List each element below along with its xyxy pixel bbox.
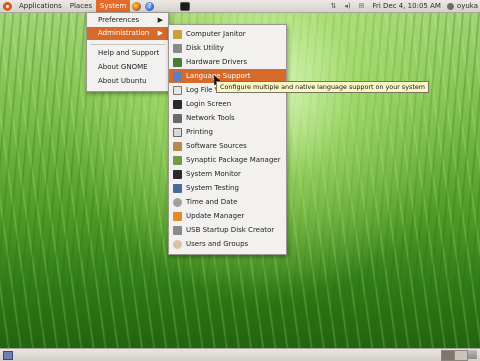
menu-item-usb-startup-disk-creator[interactable]: USB Startup Disk Creator	[169, 223, 286, 237]
menu-separator	[90, 44, 165, 45]
menu-item-network-tools[interactable]: Network Tools	[169, 111, 286, 125]
menu-item-hardware-drivers[interactable]: Hardware Drivers	[169, 55, 286, 69]
network-icon	[173, 114, 182, 123]
menu-item-help-and-support[interactable]: Help and Support	[87, 47, 168, 60]
menu-item-label: Update Manager	[186, 212, 245, 220]
menu-item-label: Time and Date	[186, 198, 238, 206]
menu-item-label: System Testing	[186, 184, 239, 192]
chevron-right-icon: ▶	[157, 16, 163, 24]
menu-item-label: Printing	[186, 128, 213, 136]
tooltip: Configure multiple and native language s…	[216, 81, 430, 93]
places-menu[interactable]: Places	[66, 0, 96, 12]
help-icon[interactable]: ?	[145, 1, 155, 11]
menu-item-system-testing[interactable]: System Testing	[169, 181, 286, 195]
bottom-panel	[0, 348, 480, 361]
menu-item-time-and-date[interactable]: Time and Date	[169, 195, 286, 209]
menu-item-label: Users and Groups	[186, 240, 249, 248]
menu-item-label: About GNOME	[98, 63, 148, 71]
show-desktop-icon[interactable]	[3, 351, 13, 360]
monitor-icon	[173, 170, 182, 179]
menu-item-label: Hardware Drivers	[186, 58, 248, 66]
language-icon	[173, 72, 182, 81]
trash-icon[interactable]	[468, 350, 477, 359]
menu-item-software-sources[interactable]: Software Sources	[169, 139, 286, 153]
menu-item-label: USB Startup Disk Creator	[186, 226, 275, 234]
ubuntu-logo-icon[interactable]	[3, 1, 12, 11]
applications-menu[interactable]: Applications	[15, 0, 66, 12]
panel-tray: ⇅ ◂) ✉ Fri Dec 4, 10:05 AM oyuka	[326, 0, 479, 12]
broom-icon	[173, 30, 182, 39]
menu-item-label: About Ubuntu	[98, 77, 147, 85]
users-icon	[173, 240, 182, 249]
network-icon[interactable]: ⇅	[329, 2, 337, 10]
menu-item-label: Synaptic Package Manager	[186, 156, 281, 164]
menu-item-administration[interactable]: Administration ▶	[87, 27, 168, 40]
usb-icon	[173, 226, 182, 235]
user-switcher[interactable]: oyuka	[446, 2, 478, 10]
chip-icon	[173, 58, 182, 67]
menu-item-label: System Monitor	[186, 170, 241, 178]
clock-icon	[173, 198, 182, 207]
top-panel: Applications Places System ? ⇅ ◂) ✉ Fri …	[0, 0, 480, 13]
package-icon	[173, 142, 182, 151]
menu-item-label: Administration	[98, 29, 150, 37]
menu-item-login-screen[interactable]: Login Screen	[169, 97, 286, 111]
menu-item-printing[interactable]: Printing	[169, 125, 286, 139]
volume-icon[interactable]: ◂)	[343, 2, 351, 10]
menu-item-system-monitor[interactable]: System Monitor	[169, 167, 286, 181]
menu-item-label: Network Tools	[186, 114, 235, 122]
disk-icon	[173, 44, 182, 53]
menu-item-label: Computer Janitor	[186, 30, 246, 38]
menu-item-disk-utility[interactable]: Disk Utility	[169, 41, 286, 55]
menu-item-label: Login Screen	[186, 100, 232, 108]
system-menu[interactable]: System	[96, 0, 131, 12]
menu-item-update-manager[interactable]: Update Manager	[169, 209, 286, 223]
monitor-icon	[173, 100, 182, 109]
synaptic-icon	[173, 156, 182, 165]
menu-item-about-ubuntu[interactable]: About Ubuntu	[87, 75, 168, 88]
printer-icon	[173, 128, 182, 137]
system-dropdown-menu: Preferences ▶ Administration ▶ Help and …	[86, 12, 169, 92]
user-icon	[446, 2, 454, 10]
menu-item-preferences[interactable]: Preferences ▶	[87, 14, 168, 27]
user-name: oyuka	[456, 2, 478, 10]
menu-item-label: Preferences	[98, 16, 140, 24]
menu-item-synaptic-package-manager[interactable]: Synaptic Package Manager	[169, 153, 286, 167]
menu-item-computer-janitor[interactable]: Computer Janitor	[169, 27, 286, 41]
terminal-icon[interactable]	[180, 1, 191, 11]
menu-item-label: Help and Support	[98, 49, 160, 57]
checklist-icon	[173, 184, 182, 193]
menu-item-label: Software Sources	[186, 142, 247, 150]
menu-item-label: Disk Utility	[186, 44, 224, 52]
mail-icon[interactable]: ✉	[357, 2, 365, 10]
chevron-right-icon: ▶	[157, 29, 163, 37]
update-icon	[173, 212, 182, 221]
clock[interactable]: Fri Dec 4, 10:05 AM	[372, 2, 440, 10]
menu-item-about-gnome[interactable]: About GNOME	[87, 61, 168, 74]
administration-submenu: Computer Janitor Disk Utility Hardware D…	[168, 24, 287, 255]
magnifier-icon	[173, 86, 182, 95]
workspace-switcher-2[interactable]	[454, 350, 468, 361]
menu-item-users-and-groups[interactable]: Users and Groups	[169, 237, 286, 251]
firefox-icon[interactable]	[132, 1, 142, 11]
workspace-switcher-1[interactable]	[441, 350, 455, 361]
